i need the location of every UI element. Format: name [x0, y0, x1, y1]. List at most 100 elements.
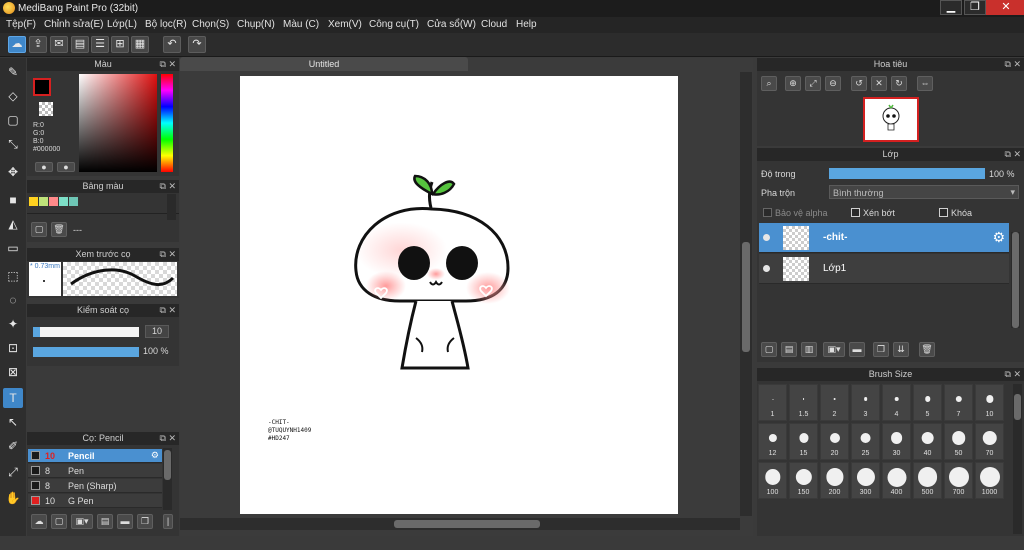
palette-scrollbar[interactable] [167, 194, 176, 220]
menu-filter[interactable]: Bộ lọc(R) [145, 19, 187, 30]
drawing-canvas[interactable]: -CHIT- @TUQUYNH1409 #HD247 [240, 76, 678, 514]
operation-tool-icon[interactable]: ↖ [3, 412, 23, 432]
brush-size-cell[interactable]: 30 [882, 423, 911, 460]
navigator-preview[interactable] [863, 97, 919, 142]
undo-icon[interactable]: ↶ [163, 36, 181, 53]
new-1bit-layer-icon[interactable]: ▥ [801, 342, 817, 357]
brush-size-cell[interactable]: 25 [851, 423, 880, 460]
brush-size-cell[interactable]: 20 [820, 423, 849, 460]
secondary-color-swatch[interactable] [39, 102, 53, 116]
panel-controls-icon[interactable]: ⧉ ✕ [160, 58, 176, 71]
color-picker-button[interactable]: ● [57, 162, 75, 172]
panel-controls-icon[interactable]: ⧉ ✕ [1005, 148, 1021, 161]
maximize-button[interactable]: ❐ [964, 0, 986, 15]
scroll-thumb[interactable] [164, 450, 171, 480]
menu-tools[interactable]: Công cụ(T) [369, 19, 419, 30]
menu-color[interactable]: Màu (C) [283, 19, 319, 30]
panel-controls-icon[interactable]: ⧉ ✕ [1005, 368, 1021, 381]
lock-checkbox[interactable] [939, 208, 948, 217]
brush-size-slider[interactable] [33, 327, 139, 337]
menu-view[interactable]: Xem(V) [328, 19, 362, 30]
new-brush-icon[interactable]: ▢ [51, 514, 67, 529]
grid-icon[interactable]: ⊞ [111, 36, 129, 53]
panel-controls-icon[interactable]: ⧉ ✕ [160, 304, 176, 317]
zoom-out-icon[interactable]: ⊖ [825, 76, 841, 91]
layer-scrollbar[interactable] [1011, 232, 1020, 328]
menu-cloud[interactable]: Cloud [481, 19, 507, 30]
delete-palette-icon[interactable]: 🗑 [51, 222, 67, 237]
scroll-thumb[interactable] [1014, 394, 1021, 420]
delete-brush-icon[interactable]: | [163, 514, 173, 529]
add-layer-menu-icon[interactable]: ▣▾ [823, 342, 845, 357]
merge-layer-icon[interactable]: ⇊ [893, 342, 909, 357]
dot-pen-tool-icon[interactable]: ⤡ [3, 134, 23, 154]
brush-size-cell[interactable]: 300 [851, 462, 880, 499]
zoom-icon[interactable]: ⌕ [761, 76, 777, 91]
panel-controls-icon[interactable]: ⧉ ✕ [160, 180, 176, 193]
brush-list-item[interactable]: 8 Pen [28, 464, 162, 478]
menu-help[interactable]: Help [516, 19, 537, 30]
gear-icon[interactable]: ⚙ [151, 450, 159, 461]
brush-size-scrollbar[interactable] [1013, 384, 1022, 534]
select-pen-tool-icon[interactable]: ⊡ [3, 338, 23, 358]
scroll-thumb[interactable] [394, 520, 540, 528]
gear-icon[interactable]: ⚙ [992, 229, 1005, 246]
eyedropper-tool-icon[interactable]: ⤢ [3, 462, 23, 482]
scroll-thumb[interactable] [1012, 232, 1019, 328]
hue-slider[interactable] [161, 74, 173, 172]
brush-folder-icon[interactable]: ▬ [117, 514, 133, 529]
redo-icon[interactable]: ↷ [188, 36, 206, 53]
new-layer-icon[interactable]: ▢ [761, 342, 777, 357]
blend-mode-select[interactable]: Bình thường ▾ [829, 185, 1019, 199]
cloud-icon[interactable]: ☁ [8, 36, 26, 53]
panel-controls-icon[interactable]: ⧉ ✕ [160, 248, 176, 261]
brush-size-cell[interactable]: 150 [789, 462, 818, 499]
menu-layer[interactable]: Lớp(L) [107, 19, 137, 30]
reset-view-icon[interactable]: ✕ [871, 76, 887, 91]
layer-opacity-slider[interactable] [829, 168, 985, 179]
visibility-icon[interactable] [763, 265, 770, 272]
flip-icon[interactable]: ⇔ [917, 76, 933, 91]
layer-row[interactable]: -chit- ⚙ [759, 223, 1009, 253]
menu-capture[interactable]: Chụp(N) [237, 19, 275, 30]
move-tool-icon[interactable]: ✥ [3, 162, 23, 182]
palette-swatch[interactable] [49, 197, 58, 206]
scroll-thumb[interactable] [742, 242, 750, 352]
menu-file[interactable]: Tệp(F) [6, 19, 36, 30]
rotate-left-icon[interactable]: ↺ [851, 76, 867, 91]
brush-size-cell[interactable]: 100 [758, 462, 787, 499]
brush-size-cell[interactable]: 1.5 [789, 384, 818, 421]
hand-tool-icon[interactable]: ✋ [3, 488, 23, 508]
brush-list-item[interactable]: 10 G Pen [28, 494, 162, 508]
magic-wand-tool-icon[interactable]: ✦ [3, 314, 23, 334]
rectangle-tool-icon[interactable]: ▢ [3, 110, 23, 130]
brush-list-item[interactable]: 10 Pencil ⚙ [28, 449, 162, 463]
brush-size-cell[interactable]: 5 [913, 384, 942, 421]
gradient-tool-icon[interactable]: ▭ [3, 238, 23, 258]
menu-window[interactable]: Cửa sổ(W) [427, 19, 476, 30]
panel-controls-icon[interactable]: ⧉ ✕ [1005, 58, 1021, 71]
share-icon[interactable]: ⇪ [29, 36, 47, 53]
palette-swatch[interactable] [59, 197, 68, 206]
primary-color-swatch[interactable] [33, 78, 51, 96]
zoom-in-icon[interactable]: ⊕ [785, 76, 801, 91]
brush-size-cell[interactable]: 70 [975, 423, 1004, 460]
duplicate-layer-icon[interactable]: ❐ [873, 342, 889, 357]
brush-size-cell[interactable]: 40 [913, 423, 942, 460]
bucket-tool-icon[interactable]: ◭ [3, 214, 23, 234]
table-icon[interactable]: ▦ [131, 36, 149, 53]
document-icon[interactable]: ▤ [71, 36, 89, 53]
delete-layer-icon[interactable]: 🗑 [919, 342, 935, 357]
brush-size-cell[interactable]: 2 [820, 384, 849, 421]
panel-controls-icon[interactable]: ⧉ ✕ [160, 432, 176, 445]
lasso-tool-icon[interactable]: ◌ [3, 290, 23, 310]
color-mode-button[interactable]: ● [35, 162, 53, 172]
brush-size-cell[interactable]: 3 [851, 384, 880, 421]
layer-folder-icon[interactable]: ▬ [849, 342, 865, 357]
cloud-brush-icon[interactable]: ☁ [31, 514, 47, 529]
add-brush-icon[interactable]: ▣▾ [71, 514, 93, 529]
saturation-value-picker[interactable] [79, 74, 157, 172]
protect-alpha-checkbox[interactable] [763, 208, 772, 217]
fit-icon[interactable]: ⤢ [805, 76, 821, 91]
note-icon[interactable]: ☰ [91, 36, 109, 53]
